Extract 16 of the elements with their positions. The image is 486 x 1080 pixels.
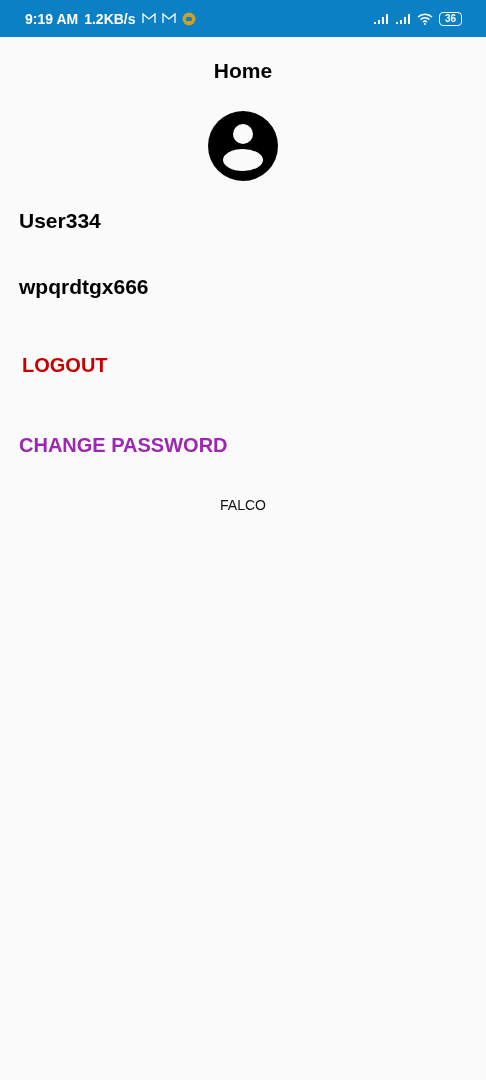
signal-icon — [394, 13, 411, 24]
mail-icon — [161, 13, 176, 24]
page-title: Home — [213, 59, 273, 83]
username: User334 — [19, 209, 101, 233]
avatar-icon — [207, 110, 279, 182]
signal-icon — [372, 13, 389, 24]
battery-level: 36 — [438, 11, 462, 26]
network-speed: 1.2KB/s — [84, 10, 136, 27]
change-password-button[interactable]: CHANGE PASSWORD — [19, 434, 228, 457]
mail-icon — [141, 13, 156, 24]
footer-text: FALCO — [220, 497, 266, 513]
notification-icon — [181, 11, 196, 26]
wifi-icon — [416, 12, 433, 25]
status-time: 9:19 AM — [25, 10, 79, 27]
password-text: wpqrdtgx666 — [19, 275, 149, 299]
logout-button[interactable]: LOGOUT — [22, 354, 108, 377]
